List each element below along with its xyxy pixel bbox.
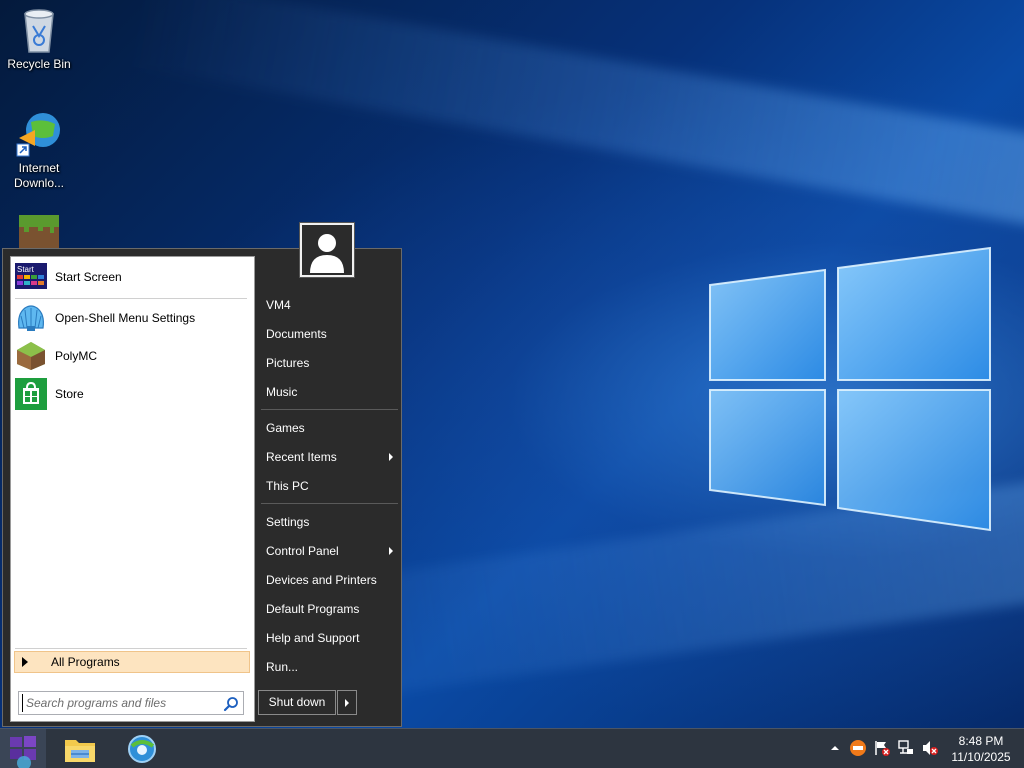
wallpaper-light-beam [127,0,1024,240]
clock-time: 8:48 PM [958,734,1004,748]
start-menu-item-user-folder[interactable]: VM4 [266,292,398,318]
start-menu-item-control-panel[interactable]: Control Panel [266,538,398,564]
chevron-right-icon [345,699,349,707]
start-menu-item-help-and-support[interactable]: Help and Support [266,625,398,651]
start-screen-tile-text: Start [17,265,35,274]
desktop-icon-label: Internet Downlo... [13,161,65,190]
start-screen-icon: Start [15,263,47,289]
browser-icon [128,735,156,763]
start-menu-item-this-pc[interactable]: This PC [266,473,398,499]
start-orb-icon [10,736,36,768]
clock-date: 11/10/2025 [951,750,1011,764]
program-item-label: Open-Shell Menu Settings [55,311,196,325]
menu-item-label: VM4 [266,298,291,312]
expand-arrow-icon [22,657,28,667]
shutdown-options-button[interactable] [337,690,357,715]
start-menu-item-settings[interactable]: Settings [266,509,398,535]
divider [261,503,398,504]
windows-logo-wallpaper [709,246,991,532]
start-menu-item-documents[interactable]: Documents [266,321,398,347]
polymc-icon [17,342,45,370]
start-menu-item-pictures[interactable]: Pictures [266,350,398,376]
menu-item-label: Help and Support [266,631,360,645]
divider [261,409,398,410]
open-shell-icon [18,305,44,331]
desktop-icon-minecraft[interactable] [1,214,77,251]
menu-item-label: Run... [266,660,299,674]
desktop-icon-internet-download-manager[interactable]: Internet Downlo... [1,110,77,191]
program-item-open-shell-menu-settings[interactable]: Open-Shell Menu Settings [15,301,249,335]
start-menu-programs-pane: Start Start Screen Open-Shell Menu Setti… [10,256,255,722]
taskbar-clock[interactable]: 8:48 PM 11/10/2025 [944,733,1018,765]
search-box[interactable] [18,691,244,715]
download-manager-tray-icon[interactable] [849,739,867,757]
desktop-icon-label: Recycle Bin [7,57,71,71]
file-explorer-icon [65,740,95,762]
program-item-polymc[interactable]: PolyMC [15,339,249,373]
all-programs-label: All Programs [51,655,120,669]
menu-item-label: This PC [266,479,309,493]
menu-item-label: Control Panel [266,544,339,558]
search-input[interactable] [22,694,221,712]
start-menu-item-music[interactable]: Music [266,379,398,405]
minecraft-grass-block-icon [19,215,59,248]
shutdown-group: Shut down [258,690,357,715]
network-icon[interactable] [897,739,915,757]
taskbar: 8:48 PM 11/10/2025 [0,728,1024,768]
taskbar-file-explorer[interactable] [60,731,100,767]
volume-muted-icon[interactable] [921,739,939,757]
user-picture[interactable] [300,223,354,277]
start-menu-item-recent-items[interactable]: Recent Items [266,444,398,470]
menu-item-label: Recent Items [266,450,337,464]
start-menu-item-games[interactable]: Games [266,415,398,441]
program-item-label: Store [55,387,84,401]
user-avatar-icon [302,225,352,275]
submenu-arrow-icon [389,453,393,461]
menu-item-label: Settings [266,515,310,529]
shutdown-button[interactable]: Shut down [258,690,336,715]
program-item-label: PolyMC [55,349,98,363]
action-center-flag-icon[interactable] [873,739,891,757]
start-button[interactable] [0,729,46,768]
start-menu-item-run[interactable]: Run... [266,654,398,680]
all-programs-button[interactable]: All Programs [14,651,250,673]
menu-item-label: Devices and Printers [266,573,377,587]
divider [15,648,247,649]
taskbar-browser[interactable] [122,731,162,767]
program-item-store[interactable]: Store [15,377,249,411]
store-icon [15,378,47,410]
program-item-label: Start Screen [55,270,122,284]
start-menu-item-default-programs[interactable]: Default Programs [266,596,398,622]
internet-download-manager-icon [16,113,60,157]
start-menu-item-devices-and-printers[interactable]: Devices and Printers [266,567,398,593]
recycle-bin-icon [24,9,54,53]
menu-item-label: Music [266,385,298,399]
program-item-start-screen[interactable]: Start Start Screen [15,260,249,294]
divider [15,298,247,299]
show-hidden-icons-icon[interactable] [826,739,844,757]
search-icon[interactable] [223,696,239,712]
submenu-arrow-icon [389,547,393,555]
start-menu: Start Start Screen Open-Shell Menu Setti… [2,248,402,727]
desktop-icon-recycle-bin[interactable]: Recycle Bin [1,6,77,72]
menu-item-label: Pictures [266,356,310,370]
menu-item-label: Games [266,421,305,435]
menu-item-label: Documents [266,327,327,341]
menu-item-label: Default Programs [266,602,360,616]
